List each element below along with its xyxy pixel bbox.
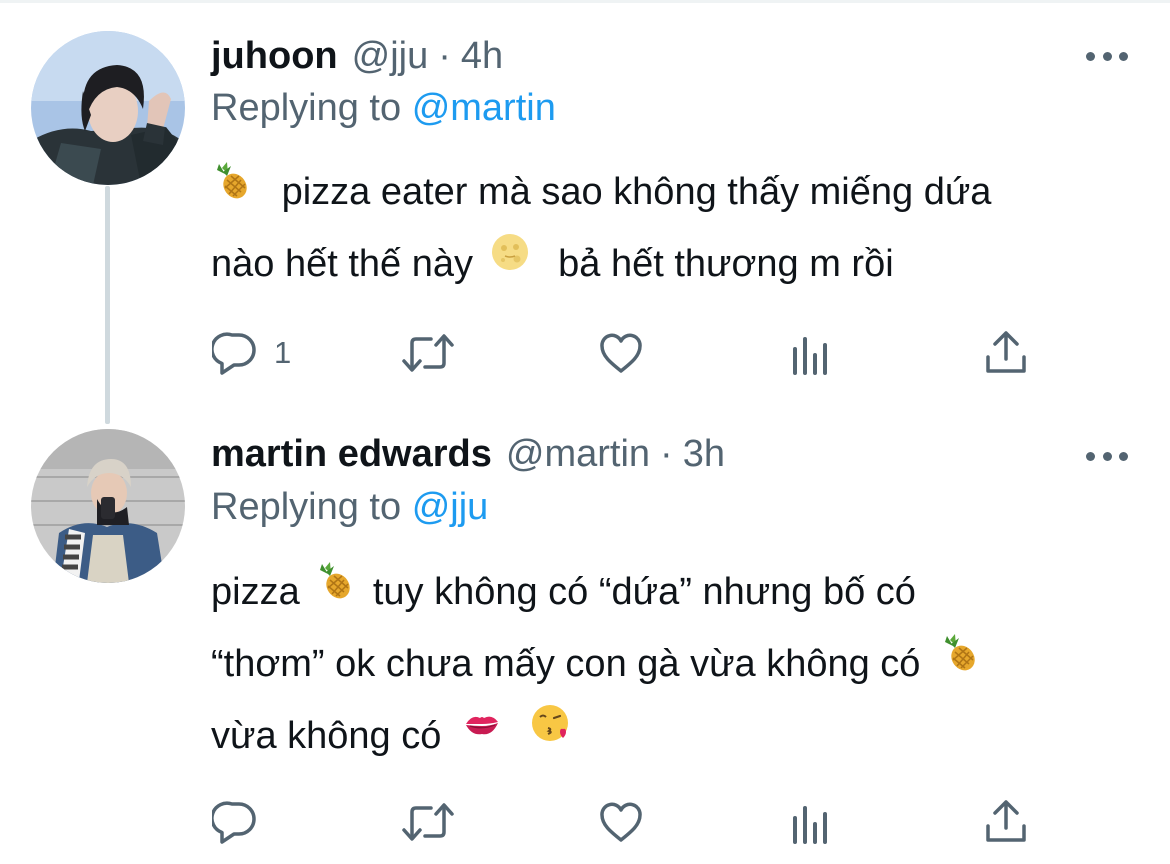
pineapple-emoji [314,553,354,623]
tweet-text-line: “thơm” ok chưa mấy con gà vừa không có [211,629,1131,701]
tweet-text-line: pizza eater mà sao không thấy miếng dứa [211,157,1131,229]
tweet-text-line: vừa không có [211,701,1131,773]
display-name[interactable]: juhoon [211,31,338,81]
reply-icon [212,798,260,846]
reply-count: 1 [274,335,292,370]
tweet-text-part: nào hết thế này [211,242,473,285]
pineapple-emoji [211,153,251,223]
tweet-text-part: vừa không có [211,714,442,757]
share-icon [982,329,1030,377]
tweet-text-part: pizza eater mà sao không thấy miếng dứa [281,171,992,213]
avatar[interactable] [31,429,185,583]
moon-face-emoji [490,225,530,295]
analytics-icon [790,798,834,846]
user-handle[interactable]: @jju [352,31,429,81]
action-bar: 1 [212,328,1032,378]
analytics-button[interactable] [790,797,834,847]
retweet-icon [400,798,456,846]
timestamp[interactable]: 4h [461,31,503,81]
retweet-button[interactable] [400,797,456,847]
tweet-text-part: pizza [211,571,300,613]
reply-button[interactable]: 1 [212,328,291,378]
share-icon [982,798,1030,846]
mention-link[interactable]: @martin [412,87,556,129]
replying-label: Replying to [211,486,402,528]
user-handle[interactable]: @martin [506,429,650,479]
replying-to: Replying to @martin [211,83,556,133]
reply-button[interactable] [212,797,274,847]
action-bar [212,797,1032,847]
retweet-button[interactable] [400,328,456,378]
top-divider [0,0,1170,3]
separator-dot: · [438,35,451,77]
analytics-icon [790,329,834,377]
display-name[interactable]: martin edwards [211,429,492,479]
tweet-text-line: pizza tuy không có “dứa” nhưng bố có [211,557,1131,629]
like-button[interactable] [597,328,645,378]
retweet-icon [400,329,456,377]
more-icon[interactable] [1086,46,1128,66]
replying-label: Replying to [211,87,402,129]
like-icon [597,798,645,846]
share-button[interactable] [982,797,1030,847]
like-icon [597,329,645,377]
tweet-text-line: nào hết thế này bả hết thương m rồi [211,229,1131,301]
pineapple-emoji [939,625,979,695]
reply-icon [212,329,260,377]
tweet-text: pizza eater mà sao không thấy miếng dứa … [211,157,1131,301]
face-blowing-kiss-emoji [530,697,572,767]
separator-dot: · [660,433,673,475]
tweet-text: pizza tuy không có “dứa” nhưng bố có “th… [211,557,1131,773]
analytics-button[interactable] [790,328,834,378]
tweet-text-part: bả hết thương m rồi [558,242,894,285]
kiss-mark-emoji [462,697,502,767]
mention-link[interactable]: @jju [412,486,489,528]
tweet-text-part: “thơm” ok chưa mấy con gà vừa không có [211,642,921,685]
avatar[interactable] [31,31,185,185]
replying-to: Replying to @jju [211,482,488,532]
thread-connector-line [105,186,110,424]
share-button[interactable] [982,328,1030,378]
more-icon[interactable] [1086,446,1128,466]
tweet-text-part: tuy không có “dứa” nhưng bố có [372,571,916,613]
like-button[interactable] [597,797,645,847]
timestamp[interactable]: 3h [683,429,725,479]
